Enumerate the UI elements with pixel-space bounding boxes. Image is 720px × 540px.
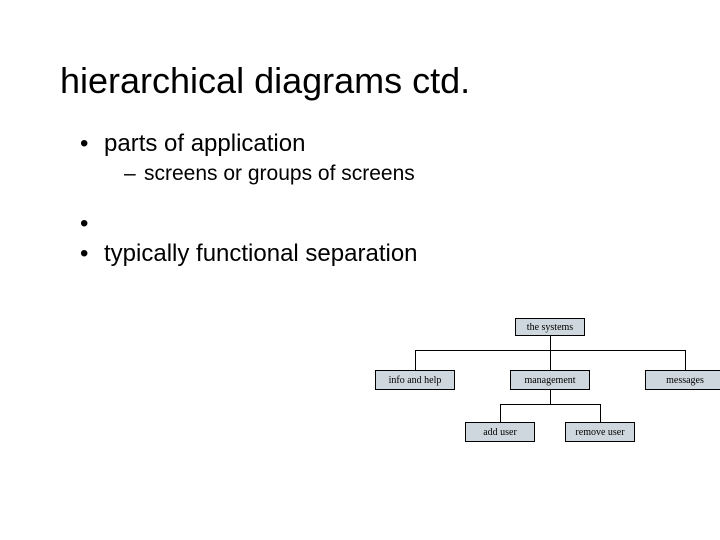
bullet-2-text: typically functional separation — [104, 240, 418, 267]
bullet-1-sublist: screens or groups of screens — [124, 162, 660, 186]
connector — [685, 350, 686, 370]
hierarchy-diagram: the systems info and help management mes… — [350, 310, 700, 510]
bullet-1-sub: screens or groups of screens — [124, 162, 660, 186]
connector — [415, 350, 416, 370]
slide-title: hierarchical diagrams ctd. — [60, 60, 660, 102]
node-info-help: info and help — [375, 370, 455, 390]
node-add-user: add user — [465, 422, 535, 442]
node-remove-user: remove user — [565, 422, 635, 442]
connector — [550, 336, 551, 350]
bullet-1: parts of application screens or groups o… — [80, 130, 660, 186]
bullet-1-text: parts of application — [104, 130, 305, 157]
slide: hierarchical diagrams ctd. parts of appl… — [0, 0, 720, 540]
bullet-list: parts of application screens or groups o… — [80, 130, 660, 268]
connector — [500, 404, 600, 405]
bullet-2: typically functional separation — [80, 240, 660, 268]
node-root: the systems — [515, 318, 585, 336]
connector — [500, 404, 501, 422]
spacer — [80, 210, 660, 236]
connector — [600, 404, 601, 422]
node-management: management — [510, 370, 590, 390]
connector — [550, 390, 551, 404]
connector — [550, 350, 551, 370]
node-messages: messages — [645, 370, 720, 390]
